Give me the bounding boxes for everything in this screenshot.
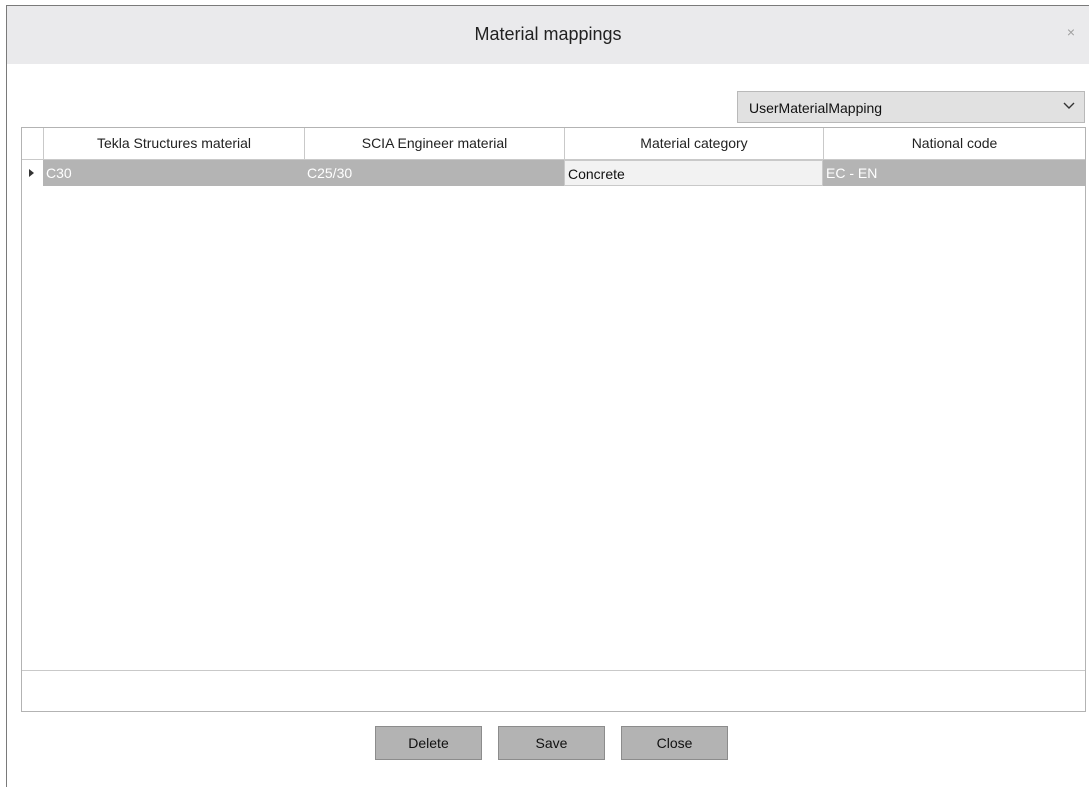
mapping-select[interactable]: UserMaterialMapping — [737, 91, 1085, 123]
grid-footer-divider — [22, 670, 1085, 671]
cell-tekla-material[interactable]: C30 — [43, 160, 304, 186]
current-row-arrow-icon — [29, 169, 34, 177]
column-header-scia-material[interactable]: SCIA Engineer material — [304, 128, 564, 159]
material-mapping-grid: Tekla Structures material SCIA Engineer … — [21, 127, 1086, 712]
save-button[interactable]: Save — [498, 726, 605, 760]
window-title: Material mappings — [474, 24, 622, 44]
cell-material-category[interactable]: Concrete — [564, 160, 823, 186]
delete-button[interactable]: Delete — [375, 726, 482, 760]
mapping-select-value: UserMaterialMapping — [749, 100, 883, 116]
row-selector[interactable] — [22, 160, 43, 186]
close-button[interactable]: Close — [621, 726, 728, 760]
column-header-tekla-material[interactable]: Tekla Structures material — [43, 128, 304, 159]
table-row[interactable]: C30 C25/30 Concrete EC - EN — [43, 160, 1085, 186]
material-mappings-window: Material mappings × UserMaterialMapping … — [6, 5, 1089, 787]
grid-header-row: Tekla Structures material SCIA Engineer … — [22, 128, 1085, 160]
title-bar: Material mappings × — [7, 6, 1089, 64]
close-icon[interactable]: × — [1067, 24, 1075, 40]
column-header-national-code[interactable]: National code — [823, 128, 1085, 159]
cell-national-code[interactable]: EC - EN — [823, 160, 1086, 186]
cell-scia-material[interactable]: C25/30 — [304, 160, 564, 186]
chevron-down-icon — [1063, 102, 1075, 109]
column-header-material-category[interactable]: Material category — [564, 128, 823, 159]
